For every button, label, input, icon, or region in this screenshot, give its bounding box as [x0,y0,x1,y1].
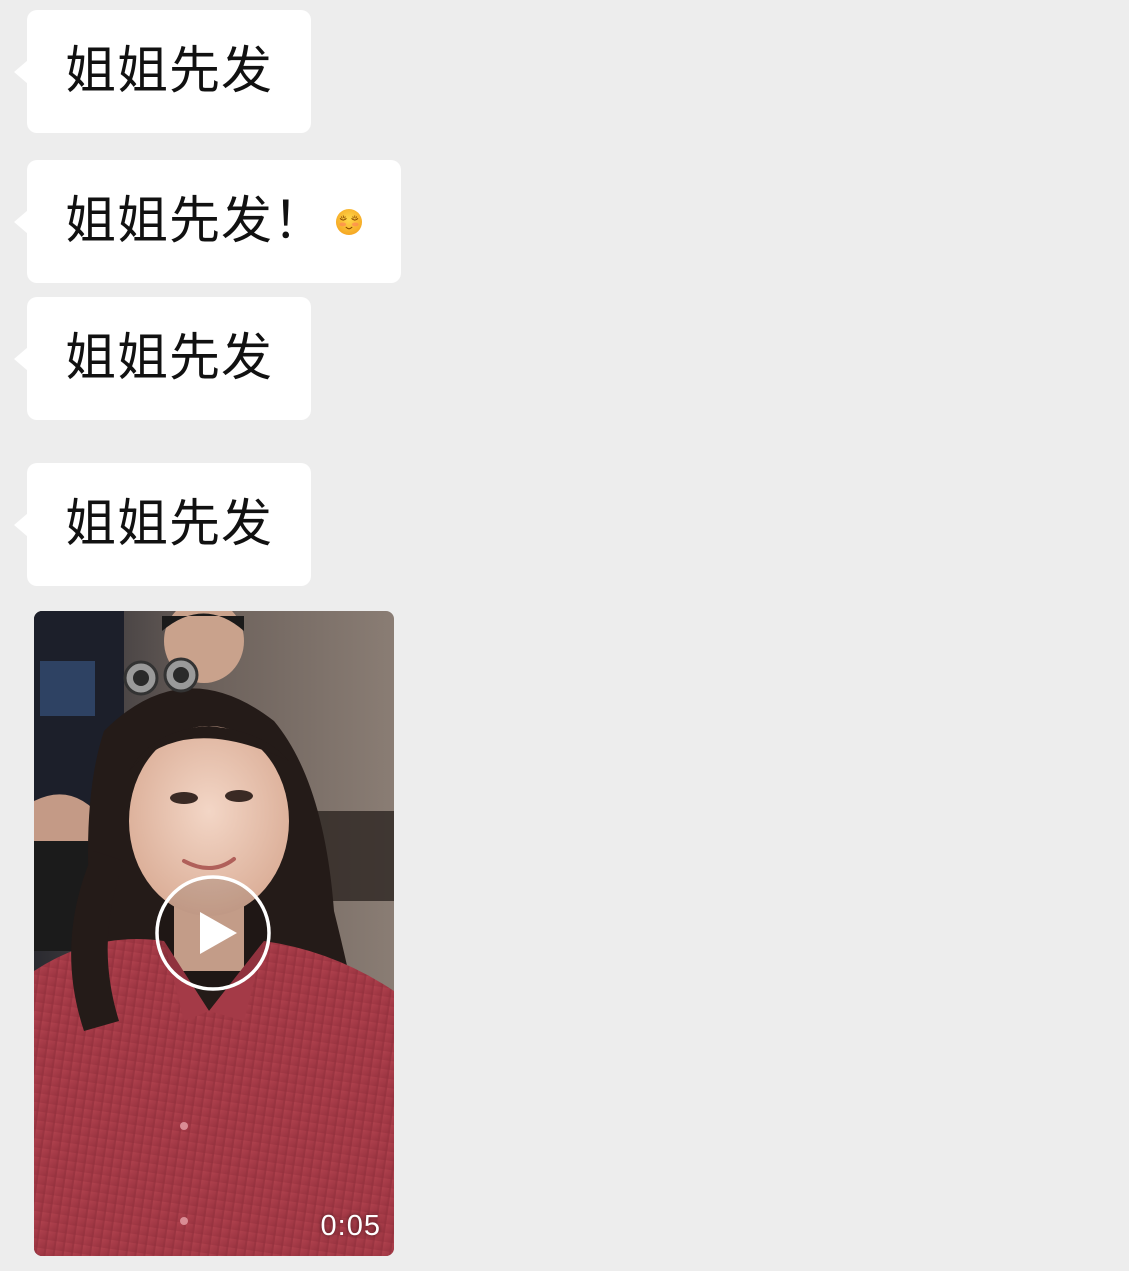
video-message[interactable]: 0:05 [34,611,394,1256]
message-text: 姐姐先发！ [65,192,326,251]
message-bubble-4[interactable]: 姐姐先发 [14,463,311,586]
message-text: 姐姐先发 [65,42,274,101]
message-bubble-3[interactable]: 姐姐先发 [14,297,311,420]
play-circle-icon[interactable] [154,874,272,992]
message-text: 姐姐先发 [65,495,274,554]
message-bubble-1[interactable]: 姐姐先发 [14,10,311,133]
video-duration: 0:05 [320,1210,381,1242]
message-bubble-2[interactable]: 姐姐先发！ [14,160,401,283]
message-text: 姐姐先发 [65,329,274,388]
smiling-face-with-closed-eyes-emoji [335,208,363,235]
